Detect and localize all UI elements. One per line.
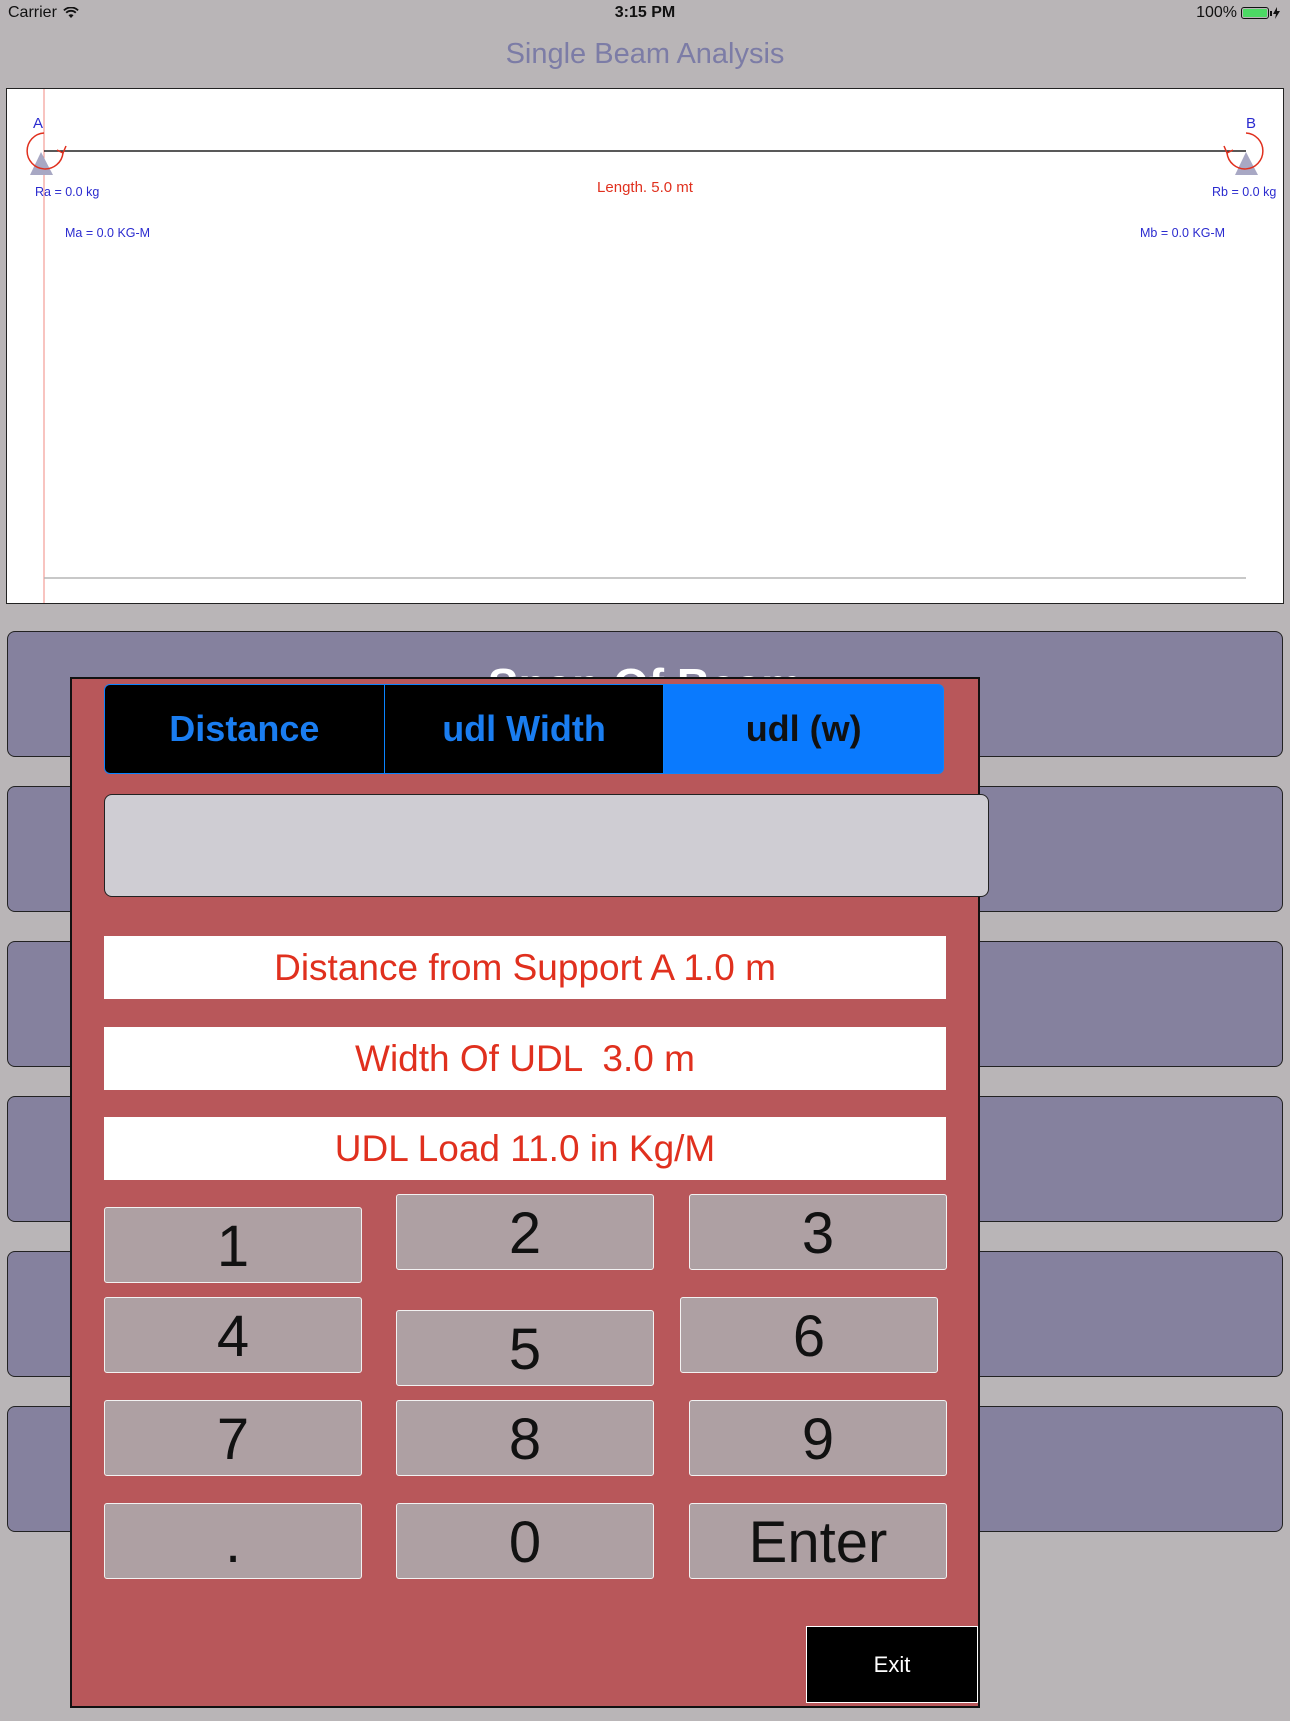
udl-input-dialog: Distance udl Width udl (w) Distance from… <box>70 677 989 1708</box>
key-6[interactable]: 6 <box>680 1297 938 1373</box>
charging-bolt-icon <box>1273 7 1280 19</box>
key-decimal[interactable]: . <box>104 1503 362 1579</box>
support-b-label: B <box>1246 115 1257 132</box>
key-9[interactable]: 9 <box>689 1400 947 1476</box>
tab-udl-width[interactable]: udl Width <box>384 685 665 773</box>
status-bar: Carrier 3:15 PM 100% <box>0 0 1290 26</box>
beam-length-label: Length. 5.0 mt <box>597 179 693 196</box>
battery-icon <box>1241 7 1272 19</box>
clock: 3:15 PM <box>614 4 676 21</box>
key-8[interactable]: 8 <box>396 1400 654 1476</box>
beam-drawing <box>26 89 1264 603</box>
battery-percent: 100% <box>1196 4 1237 21</box>
key-5[interactable]: 5 <box>396 1310 654 1386</box>
tab-distance[interactable]: Distance <box>105 685 385 773</box>
key-4[interactable]: 4 <box>104 1297 362 1373</box>
moment-b-label: Mb = 0.0 KG-M <box>1140 226 1226 240</box>
udl-load-display: UDL Load 11.0 in Kg/M <box>104 1117 946 1180</box>
beam-diagram: A B Ra = 0.0 kg Rb = 0.0 kg Length. 5.0 … <box>6 88 1284 604</box>
support-b-triangle-icon <box>1235 152 1258 175</box>
battery-indicator: 100% <box>1196 4 1280 22</box>
support-a-triangle-icon <box>30 152 53 175</box>
page-title: Single Beam Analysis <box>505 38 785 70</box>
enter-button[interactable]: Enter <box>689 1503 947 1579</box>
key-3[interactable]: 3 <box>689 1194 947 1270</box>
key-0[interactable]: 0 <box>396 1503 654 1579</box>
tab-udl-w[interactable]: udl (w) <box>664 685 943 773</box>
exit-button[interactable]: Exit <box>806 1626 978 1703</box>
support-a-label: A <box>33 115 44 132</box>
distance-from-support-display: Distance from Support A 1.0 m <box>104 936 946 999</box>
key-2[interactable]: 2 <box>396 1194 654 1270</box>
key-1[interactable]: 1 <box>104 1207 362 1283</box>
moment-a-label: Ma = 0.0 KG-M <box>65 226 151 240</box>
udl-width-display: Width Of UDL 3.0 m <box>104 1027 946 1090</box>
input-mode-segmented-control[interactable]: Distance udl Width udl (w) <box>104 684 944 774</box>
value-entry-field[interactable] <box>104 794 989 897</box>
key-7[interactable]: 7 <box>104 1400 362 1476</box>
